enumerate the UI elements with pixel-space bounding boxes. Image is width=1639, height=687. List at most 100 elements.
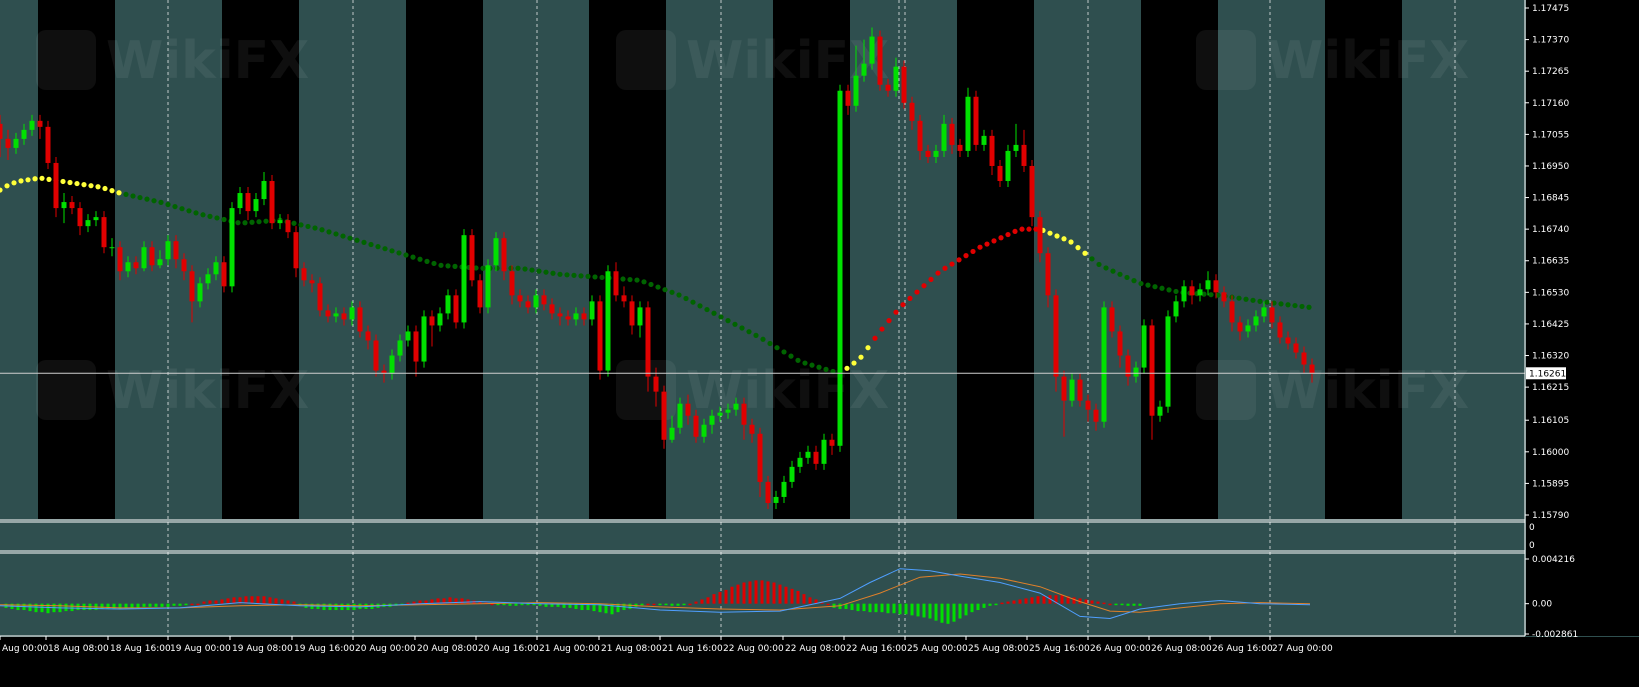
macd-histogram-bar	[946, 603, 950, 624]
price-axis: 1.17475 1.17370 1.17265 1.17160 1.17055 1.169…	[1525, 0, 1639, 640]
price-tick-label: 1.16950	[1532, 162, 1569, 172]
price-tick-label: 1.16530	[1532, 288, 1569, 298]
ma-dot	[515, 265, 521, 271]
ma-dot	[116, 190, 122, 196]
macd-histogram-bar	[412, 601, 416, 604]
price-axis-background	[1526, 0, 1639, 636]
bear-candle	[453, 295, 459, 323]
bull-candle	[205, 274, 211, 284]
bear-candle	[517, 295, 523, 302]
price-tick-label: 1.15895	[1532, 479, 1569, 489]
macd-histogram-bar	[286, 600, 290, 604]
bull-candle	[157, 259, 163, 266]
bear-candle	[45, 126, 51, 163]
ma-dot	[158, 199, 164, 205]
bear-candle	[221, 262, 227, 287]
ma-dot	[186, 208, 192, 214]
macd-histogram-bar	[292, 601, 296, 604]
time-tick-label: 25 Aug 00:00	[907, 644, 968, 654]
ma-dot	[130, 193, 136, 199]
macd-histogram-bar	[358, 603, 362, 609]
bull-candle	[493, 238, 499, 266]
ma-dot	[1250, 297, 1256, 303]
macd-histogram-bar	[706, 597, 710, 604]
ma-dot	[1019, 226, 1025, 232]
bear-candle	[501, 238, 507, 272]
bull-candle	[461, 235, 467, 323]
ma-dot	[1061, 236, 1067, 242]
macd-histogram-bar	[880, 603, 884, 613]
bull-candle	[109, 247, 115, 249]
bear-candle	[749, 424, 755, 434]
macd-histogram-bar	[226, 598, 230, 604]
macd-histogram-bar	[724, 589, 728, 604]
bear-candle	[757, 433, 763, 482]
price-tick-label: 1.16425	[1532, 320, 1569, 330]
macd-histogram-bar	[262, 596, 266, 604]
macd-histogram-bar	[1006, 601, 1010, 604]
bull-candle	[333, 313, 339, 317]
bear-candle	[525, 301, 531, 308]
bear-candle	[1189, 286, 1195, 296]
ma-dot	[347, 235, 353, 241]
macd-histogram-bar	[1012, 600, 1016, 604]
bear-candle	[877, 36, 883, 85]
bull-candle	[821, 439, 827, 464]
macd-histogram-bar	[142, 603, 146, 607]
ma-dot	[536, 268, 542, 274]
middle-pane-tick-label: 0	[1529, 541, 1535, 551]
bull-candle	[573, 313, 579, 320]
price-tick-label: 1.16635	[1532, 257, 1569, 267]
ma-dot	[564, 272, 570, 278]
bull-candle	[669, 427, 675, 440]
macd-histogram-bar	[904, 603, 908, 615]
ma-dot	[725, 318, 731, 324]
macd-histogram-bar	[1060, 595, 1064, 604]
macd-tick-label: 0.004216	[1532, 555, 1575, 565]
price-chart[interactable]: WikiFX WikiFX WikiFX WikiFX WikiFX WikiFX 1.1…	[0, 0, 1639, 687]
ma-dot	[1264, 299, 1270, 305]
bull-candle	[93, 217, 99, 221]
bear-candle	[1077, 379, 1083, 401]
macd-histogram-bar	[154, 603, 158, 607]
ma-dot	[998, 235, 1004, 241]
bear-candle	[645, 307, 651, 377]
watermark-logo	[1196, 30, 1256, 90]
macd-histogram-bar	[1090, 600, 1094, 604]
bear-candle	[957, 144, 963, 151]
macd-histogram-bar	[268, 597, 272, 604]
macd-histogram-bar	[718, 592, 722, 604]
macd-histogram-bar	[682, 603, 686, 606]
ma-dot	[844, 365, 850, 371]
bear-candle	[1117, 331, 1123, 356]
bear-candle	[469, 235, 475, 281]
macd-histogram-bar	[874, 603, 878, 613]
ma-dot	[760, 336, 766, 342]
ma-dot	[305, 223, 311, 230]
price-tick-label: 1.17475	[1532, 4, 1569, 14]
bear-candle	[0, 123, 3, 139]
macd-histogram-bar	[160, 603, 164, 607]
bear-candle	[37, 120, 43, 127]
ma-dot	[403, 252, 409, 258]
ma-dot	[1047, 230, 1053, 236]
ma-dot	[802, 360, 808, 366]
ma-dot	[333, 231, 339, 237]
bear-candle	[133, 262, 139, 269]
bear-candle	[997, 165, 1003, 182]
bull-candle	[717, 412, 723, 416]
bear-candle	[565, 316, 571, 320]
bull-candle	[485, 265, 491, 308]
ma-dot	[739, 325, 745, 331]
macd-histogram-bar	[166, 603, 170, 607]
macd-histogram-bar	[808, 597, 812, 604]
bear-candle	[917, 120, 923, 151]
macd-histogram-bar	[190, 603, 194, 606]
bull-candle	[1133, 367, 1139, 377]
bear-candle	[597, 301, 603, 371]
ma-dot	[921, 283, 927, 289]
macd-histogram-bar	[940, 603, 944, 623]
ma-dot	[669, 289, 675, 295]
bear-candle	[1237, 322, 1243, 332]
bear-candle	[1277, 322, 1283, 338]
